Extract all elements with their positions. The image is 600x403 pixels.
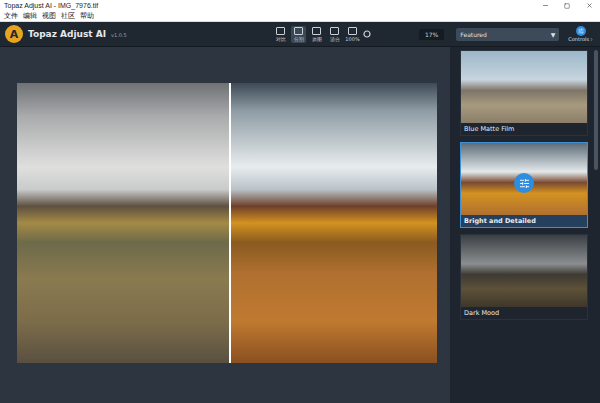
- menu-bar: 文件编辑视图社区帮助: [0, 11, 600, 22]
- preset-panel: Blue Matte Film Bright and Detailed Dark M…: [450, 47, 600, 403]
- menu-item[interactable]: 视图: [42, 13, 56, 20]
- preset-label: Blue Matte Film: [461, 123, 587, 135]
- original-image: [17, 83, 229, 363]
- circle-icon[interactable]: [363, 30, 371, 38]
- view-modes: 对比分割原图适合100%: [273, 26, 371, 43]
- preset-card[interactable]: Blue Matte Film: [460, 50, 588, 136]
- window-title: Topaz Adjust AI - IMG_7976.tif: [4, 2, 534, 9]
- view-mode-button[interactable]: 对比: [273, 26, 288, 43]
- maximize-icon: [564, 3, 570, 9]
- toolbar: A Topaz Adjust AI v1.0.5 对比分割原图适合100% 17% Fea…: [0, 22, 600, 47]
- preset-card[interactable]: Dark Mood: [460, 234, 588, 320]
- view-mode-button[interactable]: 100%: [345, 26, 360, 43]
- controls-icon: [576, 26, 586, 36]
- preview-image: [231, 83, 437, 363]
- maximize-button[interactable]: [556, 0, 578, 11]
- logo-icon: A: [5, 25, 23, 43]
- app-version: v1.0.5: [111, 32, 127, 38]
- preset-label: Bright and Detailed: [461, 215, 587, 227]
- adjust-sliders-icon[interactable]: [514, 173, 534, 193]
- app-name: Topaz Adjust AI: [28, 29, 106, 39]
- preset-card[interactable]: Bright and Detailed: [460, 142, 588, 228]
- preset-thumbnail: [461, 235, 587, 307]
- image-canvas: [0, 47, 450, 403]
- zoom-level[interactable]: 17%: [419, 29, 444, 40]
- dropdown-arrow-icon: ▼: [551, 31, 556, 38]
- minimize-button[interactable]: [534, 0, 556, 11]
- scrollbar-thumb[interactable]: [594, 50, 598, 170]
- preset-list: Blue Matte Film Bright and Detailed Dark M…: [450, 47, 592, 403]
- minimize-icon: [542, 2, 549, 9]
- view-mode-icon: [330, 27, 339, 35]
- controls-button[interactable]: Controls: [568, 26, 594, 42]
- main-area: Blue Matte Film Bright and Detailed Dark M…: [0, 47, 600, 403]
- preset-category-dropdown[interactable]: Featured▼: [456, 28, 559, 41]
- preset-thumbnail: [461, 51, 587, 123]
- menu-item[interactable]: 社区: [61, 13, 75, 20]
- title-bar: Topaz Adjust AI - IMG_7976.tif: [0, 0, 600, 11]
- view-mode-icon: [348, 27, 357, 35]
- preset-label: Dark Mood: [461, 307, 587, 319]
- menu-item[interactable]: 编辑: [23, 13, 37, 20]
- view-mode-icon: [312, 27, 321, 35]
- menu-item[interactable]: 文件: [4, 13, 18, 20]
- close-icon: [586, 2, 593, 9]
- view-mode-button[interactable]: 原图: [309, 26, 324, 43]
- view-mode-button[interactable]: 适合: [327, 26, 342, 43]
- scrollbar[interactable]: [594, 50, 598, 403]
- close-button[interactable]: [578, 0, 600, 11]
- comparison-photo: [17, 83, 437, 363]
- chevron-icon: [589, 37, 594, 42]
- app-window: Topaz Adjust AI - IMG_7976.tif 文件编辑视图社区帮助…: [0, 0, 600, 403]
- menu-item[interactable]: 帮助: [80, 13, 94, 20]
- view-mode-icon: [276, 27, 285, 35]
- brand: A Topaz Adjust AI v1.0.5: [5, 25, 273, 43]
- view-mode-button[interactable]: 分割: [291, 26, 306, 43]
- view-mode-icon: [294, 27, 303, 35]
